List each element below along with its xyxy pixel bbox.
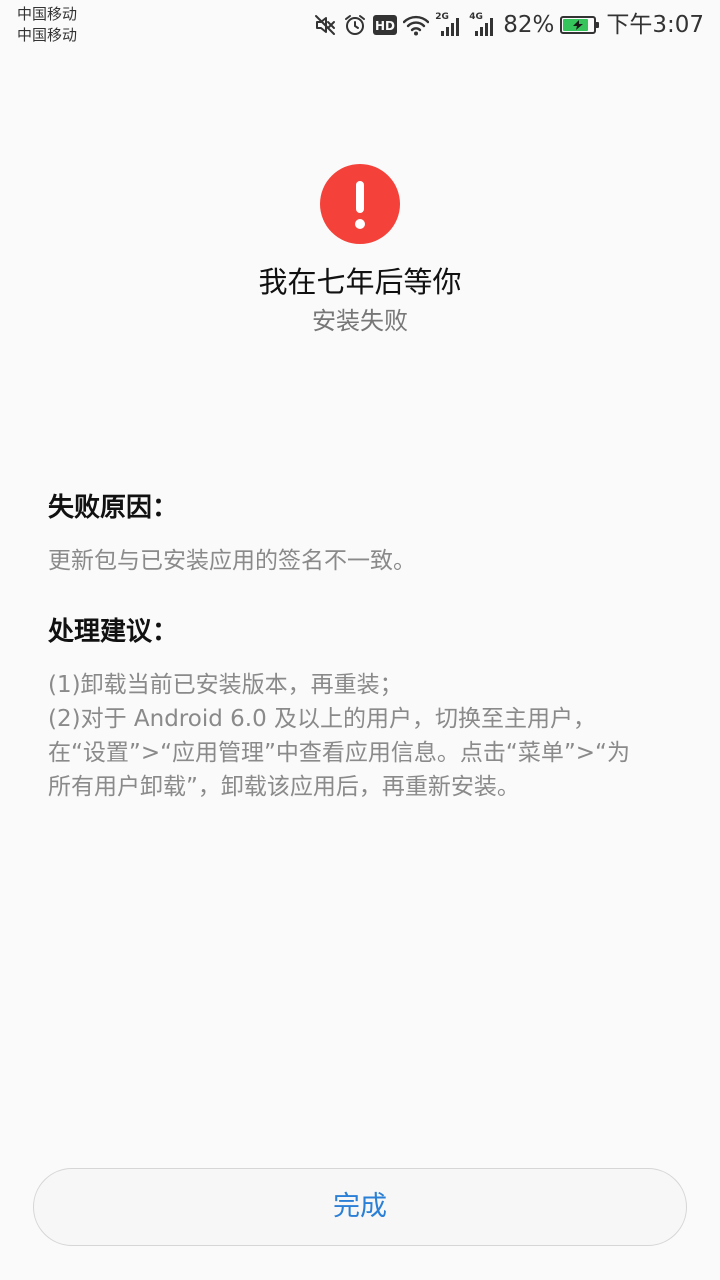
status-bar: 中国移动 中国移动 HD 2G 4G 82% 下午3:07: [0, 0, 720, 50]
advice-line: (1)卸载当前已安装版本，再重装；: [48, 672, 403, 698]
sim1-network-label: 2G: [435, 12, 449, 22]
advice-line: 所有用户卸载”，卸载该应用后，再重新安装。: [48, 774, 520, 800]
carrier-labels: 中国移动 中国移动: [17, 4, 77, 46]
signal-sim1: 2G: [435, 13, 463, 37]
exclamation-icon: [320, 164, 400, 244]
wifi-icon: [403, 14, 430, 36]
carrier-1-label: 中国移动: [17, 5, 78, 23]
advice-title: 处理建议：: [48, 617, 179, 647]
clock: 下午3:07: [606, 12, 704, 38]
alarm-icon: [343, 13, 367, 37]
svg-text:HD: HD: [375, 19, 395, 33]
battery-percent: 82%: [503, 12, 555, 38]
mute-icon: [313, 13, 337, 37]
carrier-2-label: 中国移动: [17, 26, 78, 44]
done-button[interactable]: 完成: [33, 1168, 687, 1246]
advice-line: 在“设置”>“应用管理”中查看应用信息。点击“菜单”>“为: [48, 740, 630, 766]
install-status: 安装失败: [312, 307, 408, 335]
advice-line: (2)对于 Android 6.0 及以上的用户，切换至主用户，: [48, 706, 597, 732]
status-icons: HD 2G 4G 82% 下午3:07: [313, 9, 704, 41]
failure-reason-title: 失败原因：: [48, 493, 179, 523]
sim2-network-label: 4G: [469, 12, 483, 22]
hd-icon: HD: [373, 15, 398, 35]
signal-sim2: 4G: [469, 13, 497, 37]
charging-bolt-icon: [573, 20, 584, 30]
failure-reason-text: 更新包与已安装应用的签名不一致。: [48, 548, 416, 574]
app-name: 我在七年后等你: [258, 265, 462, 299]
battery-charging-icon: [560, 16, 600, 34]
advice-text: (1)卸载当前已安装版本，再重装； (2)对于 Android 6.0 及以上的…: [48, 668, 678, 804]
